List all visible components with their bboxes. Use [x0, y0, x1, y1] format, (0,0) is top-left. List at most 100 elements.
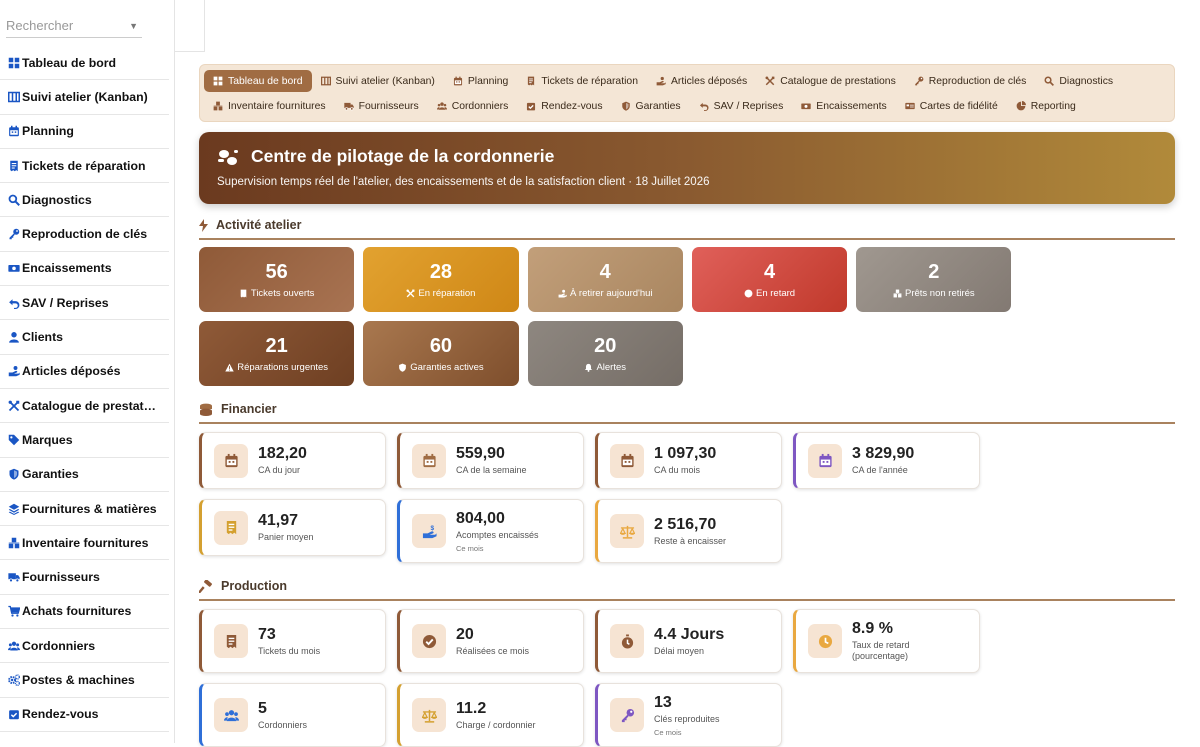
stat-tile[interactable]: 28 En réparation [363, 247, 519, 312]
kpi-card[interactable]: 4.4 Jours Délai moyen [595, 609, 782, 673]
kpi-card[interactable]: 73 Tickets du mois [199, 609, 386, 673]
nav-tab-shield[interactable]: Garanties [612, 95, 690, 117]
sidebar-item-key[interactable]: Reproduction de clés [0, 217, 169, 252]
nav-tab-search[interactable]: Diagnostics [1035, 70, 1122, 92]
tag-icon [6, 434, 21, 446]
nav-tab-key[interactable]: Reproduction de clés [905, 70, 1036, 92]
sidebar-item-tag[interactable]: Marques [0, 423, 169, 458]
nav-tab-label: Diagnostics [1059, 75, 1114, 87]
sidebar-item-user[interactable]: Clients [0, 320, 169, 355]
sidebar-item-kanban[interactable]: Suivi atelier (Kanban) [0, 80, 169, 115]
nav-tab-boxes[interactable]: Inventaire fournitures [204, 95, 335, 117]
truck-icon [343, 101, 354, 111]
sidebar-item-money[interactable]: Encaissements [0, 252, 169, 287]
sidebar-item-gears[interactable]: Postes & machines [0, 663, 169, 698]
sidebar-item-layers[interactable]: Fournitures & matières [0, 492, 169, 527]
kpi-text: 182,20 CA du jour [258, 445, 307, 476]
kpi-card[interactable]: 20 Réalisées ce mois [397, 609, 584, 673]
stat-tile[interactable]: 20 Alertes [527, 321, 683, 386]
nav-tab-label: Garanties [635, 100, 681, 112]
nav-tab-receipt[interactable]: Tickets de réparation [517, 70, 647, 92]
kpi-card[interactable]: 1 097,30 CA du mois [595, 432, 782, 489]
kpi-card[interactable]: 5 Cordonniers [199, 683, 386, 747]
nav-tab-kanban[interactable]: Suivi atelier (Kanban) [312, 70, 444, 92]
users-icon [436, 101, 447, 111]
nav-tab-pie[interactable]: Reporting [1007, 95, 1085, 117]
sidebar-item-label: Clients [22, 330, 63, 345]
nav-tab-tools[interactable]: Catalogue de prestations [756, 70, 905, 92]
sidebar-item-calendar[interactable]: Planning [0, 115, 169, 149]
stat-tile[interactable]: 2 Prêts non retirés [856, 247, 1012, 312]
sidebar-item-boxes[interactable]: Inventaire fournitures [0, 526, 169, 561]
sidebar-item-hand[interactable]: Articles déposés [0, 355, 169, 389]
kpi-card[interactable]: 3 829,90 CA de l'année [793, 432, 980, 489]
hand-icon [656, 76, 666, 86]
sidebar-item-label: Planning [22, 124, 74, 139]
kpi-card[interactable]: 559,90 CA de la semaine [397, 432, 584, 489]
stat-tile[interactable]: 4 À retirer aujourd'hui [527, 247, 683, 312]
sidebar-item-users[interactable]: Cordonniers [0, 629, 169, 664]
sidebar-item-label: SAV / Reprises [22, 295, 109, 310]
check-circle-icon [412, 624, 446, 658]
chevron-down-icon[interactable]: ▼ [129, 21, 138, 31]
sidebar-item-tools[interactable]: Catalogue de prestat… [0, 389, 169, 424]
stat-tile[interactable]: 56 Tickets ouverts [199, 247, 355, 312]
stat-tile[interactable]: 21 Réparations urgentes [199, 321, 355, 386]
sidebar-item-cart[interactable]: Achats fournitures [0, 595, 169, 630]
stat-value: 4 [599, 260, 611, 283]
nav-tab-label: Suivi atelier (Kanban) [335, 75, 435, 87]
kpi-card[interactable]: $804,00 Acomptes encaissés Ce mois [397, 499, 584, 563]
shield-icon [398, 363, 407, 372]
nav-tab-calendar[interactable]: Planning [444, 70, 517, 92]
receipt-icon [6, 160, 21, 172]
sidebar-item-search[interactable]: Diagnostics [0, 183, 169, 218]
stat-tile[interactable]: 60 Garanties actives [363, 321, 519, 386]
kpi-card[interactable]: 2 516,70 Reste à encaisser [595, 499, 782, 563]
sidebar-item-label: Rendez-vous [22, 707, 99, 722]
sidebar-item-label: Diagnostics [22, 192, 92, 207]
stat-tile[interactable]: 4 En retard [691, 247, 848, 312]
nav-tab-label: Tickets de réparation [541, 75, 638, 87]
sidebar-item-grid[interactable]: Tableau de bord [0, 46, 169, 81]
kpi-card[interactable]: 41,97 Panier moyen [199, 499, 386, 556]
sidebar-item-calendar-check[interactable]: Rendez-vous [0, 698, 169, 732]
nav-tab-money[interactable]: Encaissements [792, 95, 895, 117]
search-input[interactable]: Rechercher ▼ [6, 14, 142, 38]
nav-tab-hand[interactable]: Articles déposés [647, 70, 756, 92]
nav-tab-grid[interactable]: Tableau de bord [204, 70, 312, 92]
section-title: Production [221, 579, 287, 593]
card-icon [905, 101, 915, 111]
kpi-card[interactable]: 182,20 CA du jour [199, 432, 386, 489]
nav-tab-label: Articles déposés [670, 75, 748, 87]
nav-tab-users[interactable]: Cordonniers [428, 95, 518, 117]
stat-label: Garanties actives [410, 361, 484, 373]
nav-tab-calendar-check[interactable]: Rendez-vous [517, 95, 611, 117]
kpi-sublabel: Ce mois [456, 543, 484, 553]
money-icon [801, 101, 811, 111]
kpi-label: Tickets du mois [258, 645, 321, 656]
kpi-card[interactable]: 13 Clés reproduites Ce mois [595, 683, 782, 747]
nav-tab-truck[interactable]: Fournisseurs [335, 95, 428, 117]
sidebar-item-undo[interactable]: SAV / Reprises [0, 286, 169, 321]
cart-icon [6, 605, 21, 618]
kpi-text: 8.9 % Taux de retard (pourcentage) [852, 620, 922, 662]
key-icon [914, 76, 924, 86]
nav-tab-card[interactable]: Cartes de fidélité [896, 95, 1007, 117]
sidebar-item-truck[interactable]: Fournisseurs [0, 560, 169, 595]
sidebar-item-shield[interactable]: Garanties [0, 458, 169, 492]
kpi-card[interactable]: 11.2 Charge / cordonnier [397, 683, 584, 747]
tools-icon [6, 400, 21, 412]
stat-label-row: Réparations urgentes [225, 362, 328, 373]
nav-tab-undo[interactable]: SAV / Reprises [690, 95, 793, 117]
kpi-card[interactable]: 8.9 % Taux de retard (pourcentage) [793, 609, 980, 673]
sidebar-item-receipt[interactable]: Tickets de réparation [0, 149, 169, 184]
stat-label: Réparations urgentes [237, 361, 329, 373]
page-title: Centre de pilotage de la cordonnerie [251, 146, 555, 166]
activity-tiles: 56 Tickets ouverts 28 En réparation 4 À retir… [199, 247, 1175, 386]
kpi-value: 20 [456, 625, 474, 643]
users-icon [6, 640, 21, 652]
kpi-text: 41,97 Panier moyen [258, 512, 314, 543]
sidebar-item-label: Postes & machines [22, 672, 135, 687]
boxes-icon [213, 101, 223, 111]
section-title: Activité atelier [216, 218, 302, 232]
